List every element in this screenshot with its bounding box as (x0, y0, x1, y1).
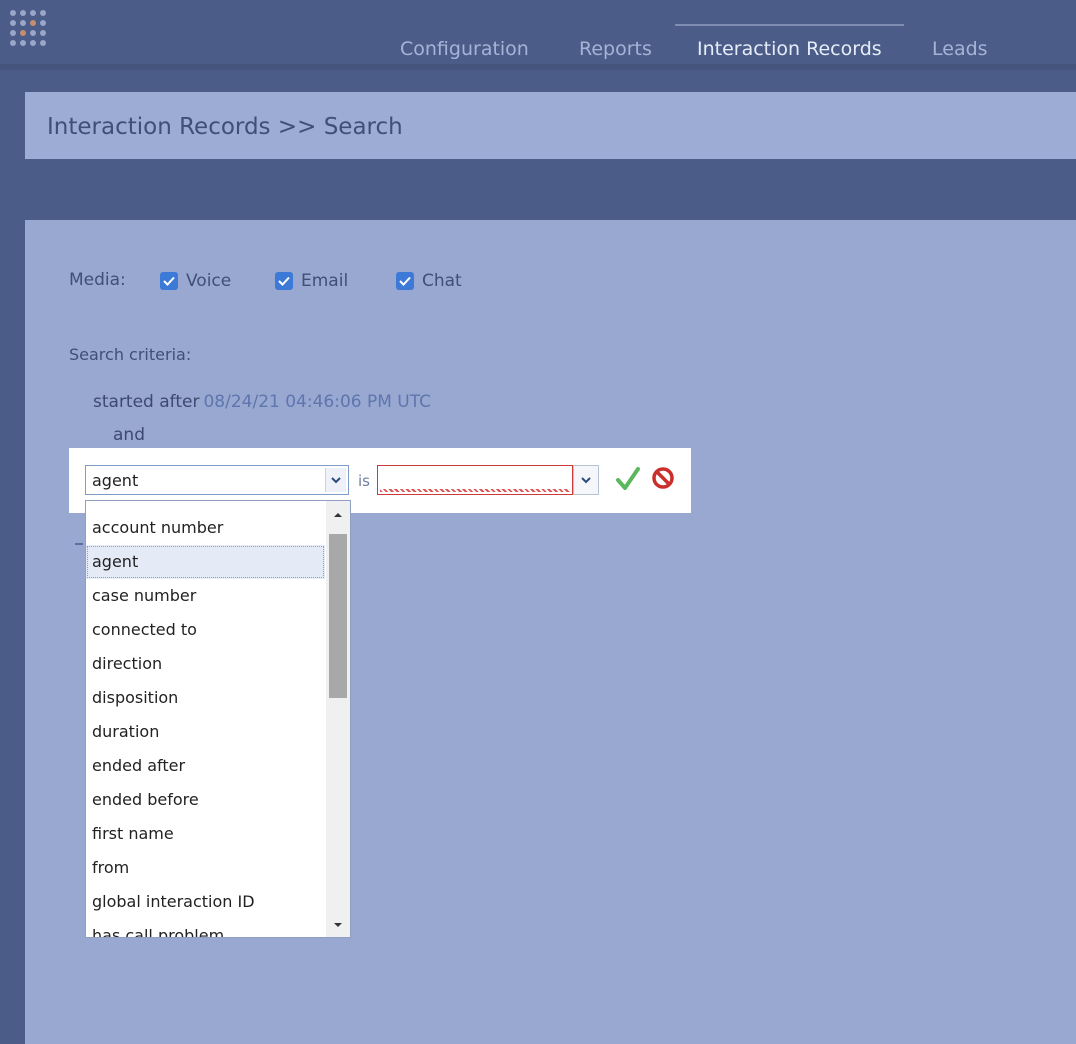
criteria-conjunction: and (113, 425, 145, 445)
dropdown-option[interactable]: case number (86, 579, 325, 613)
cancel-criteria-button[interactable] (650, 465, 676, 493)
dropdown-option[interactable]: from (86, 851, 325, 885)
checkmark-icon (616, 467, 640, 490)
page-title: Interaction Records >> Search (47, 114, 403, 140)
value-dropdown-button[interactable] (573, 465, 599, 495)
page-header: Interaction Records >> Search (25, 92, 1076, 159)
criteria-operator: is (358, 472, 370, 490)
field-dropdown-list[interactable]: account number agent case number connected … (85, 500, 351, 938)
nav-leads[interactable]: Leads (932, 0, 988, 64)
scroll-up-icon[interactable] (326, 505, 350, 525)
criteria-condition-value[interactable]: 08/24/21 04:46:06 PM UTC (203, 392, 431, 412)
dropdown-option[interactable]: ended before (86, 783, 325, 817)
search-criteria-label: Search criteria: (69, 345, 192, 364)
dropdown-option[interactable]: ended after (86, 749, 325, 783)
criteria-condition-text: started after (93, 392, 200, 412)
dropdown-option[interactable]: account number (86, 511, 325, 545)
media-chat-label: Chat (422, 271, 462, 291)
media-chat-checkbox[interactable]: Chat (396, 270, 462, 292)
scroll-down-icon[interactable] (326, 915, 350, 935)
criteria-field-select[interactable]: agent (85, 465, 349, 495)
chevron-down-icon (581, 476, 591, 483)
scrollbar-thumb[interactable] (329, 534, 347, 698)
invalid-underline (380, 489, 570, 492)
checkbox-checked-icon[interactable] (396, 272, 414, 290)
criteria-condition: started after 08/24/21 04:46:06 PM UTC (93, 392, 431, 412)
confirm-criteria-button[interactable] (615, 465, 641, 493)
dropdown-option[interactable]: disposition (86, 681, 325, 715)
dropdown-option[interactable]: connected to (86, 613, 325, 647)
no-entry-icon (652, 467, 674, 489)
toolbar (25, 159, 1076, 220)
dropdown-option[interactable]: agent (86, 545, 325, 579)
dropdown-option[interactable]: has call problem (86, 919, 325, 937)
nav-configuration[interactable]: Configuration (400, 0, 529, 64)
app-logo-icon[interactable] (10, 10, 56, 54)
criteria-value-input[interactable] (377, 465, 573, 495)
dropdown-option[interactable]: duration (86, 715, 325, 749)
media-voice-checkbox[interactable]: Voice (160, 270, 231, 292)
dropdown-scrollbar[interactable] (326, 501, 350, 937)
media-label: Media: (69, 270, 126, 290)
media-email-checkbox[interactable]: Email (275, 270, 348, 292)
top-bar-shade (0, 64, 1076, 70)
media-voice-label: Voice (186, 271, 232, 291)
top-bar: Configuration Reports Interaction Record… (0, 0, 1076, 70)
checkbox-checked-icon[interactable] (275, 272, 293, 290)
media-email-label: Email (301, 271, 349, 291)
checkbox-checked-icon[interactable] (160, 272, 178, 290)
dropdown-option[interactable]: direction (86, 647, 325, 681)
criteria-field-value: agent (92, 471, 139, 490)
nav-reports[interactable]: Reports (579, 0, 652, 64)
chevron-down-icon[interactable] (325, 468, 346, 492)
nav-interaction-records[interactable]: Interaction Records (675, 0, 904, 64)
add-criteria-link[interactable] (75, 543, 83, 545)
dropdown-option[interactable]: first name (86, 817, 325, 851)
dropdown-option[interactable]: global interaction ID (86, 885, 325, 919)
